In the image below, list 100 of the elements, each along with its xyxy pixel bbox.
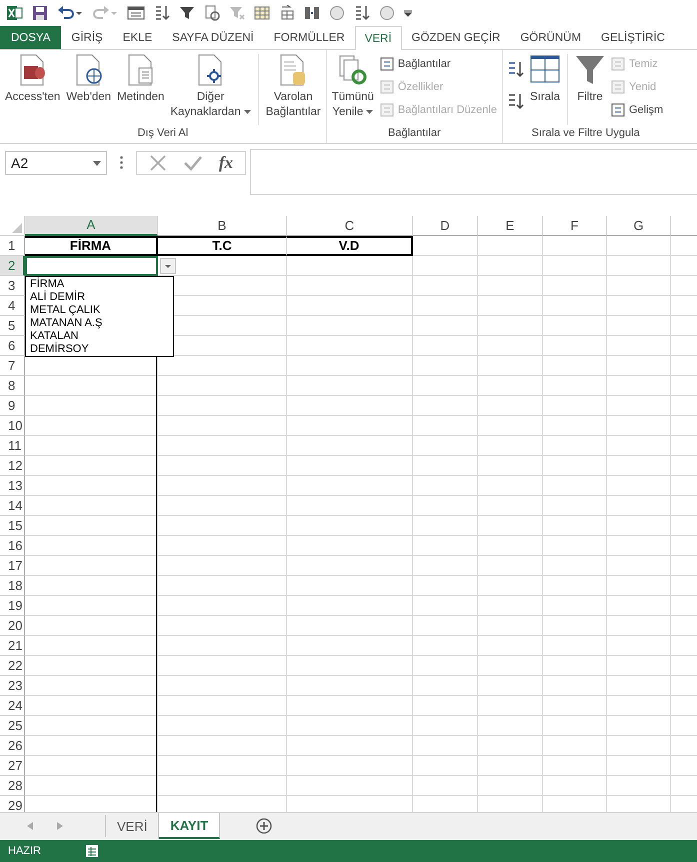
- small-command-icon: [380, 103, 394, 118]
- column-header[interactable]: F: [543, 216, 607, 236]
- row-header[interactable]: 28: [0, 776, 25, 796]
- dropdown-button[interactable]: [160, 258, 176, 274]
- access-database-icon: [18, 54, 48, 86]
- list-option[interactable]: DEMİRSOY: [30, 342, 173, 356]
- ribbon-small-button[interactable]: Bağlantılar: [380, 54, 497, 74]
- column-header[interactable]: D: [413, 216, 478, 236]
- ribbon-button[interactable]: Web'den: [63, 54, 114, 106]
- column-header[interactable]: G: [607, 216, 671, 236]
- row-header[interactable]: 8: [0, 376, 25, 396]
- column-header[interactable]: A: [25, 216, 158, 236]
- ribbon-button[interactable]: Sırala: [526, 54, 563, 106]
- web-page-icon: [74, 54, 104, 86]
- row-header[interactable]: 2: [0, 256, 25, 276]
- caret-icon: [93, 160, 101, 166]
- row-header[interactable]: 16: [0, 536, 25, 556]
- ribbon-button[interactable]: Varolan Bağlantılar: [262, 54, 324, 120]
- row-header[interactable]: 19: [0, 596, 25, 616]
- column-header[interactable]: B: [158, 216, 287, 236]
- ribbon-button[interactable]: Access'ten: [2, 54, 64, 106]
- ribbon-tab[interactable]: FORMÜLLER: [264, 26, 355, 50]
- refresh-icon[interactable]: [204, 4, 220, 21]
- row-header[interactable]: 23: [0, 676, 25, 696]
- row-header[interactable]: 7: [0, 356, 25, 376]
- insert-rows-icon[interactable]: [279, 4, 295, 21]
- small-command-icon: [380, 80, 394, 94]
- ribbon-tab[interactable]: SAYFA DÜZENİ: [162, 26, 264, 50]
- sort-descending-icon[interactable]: [354, 4, 370, 21]
- add-sheet-icon[interactable]: [256, 818, 272, 834]
- row-header[interactable]: 21: [0, 636, 25, 656]
- column-header[interactable]: C: [287, 216, 413, 236]
- row-header[interactable]: 18: [0, 576, 25, 596]
- status-text: HAZIR: [8, 845, 41, 858]
- file-tab[interactable]: DOSYA: [0, 26, 62, 50]
- ribbon-tab[interactable]: GÖRÜNÜM: [510, 26, 592, 50]
- ribbon-tab[interactable]: EKLE: [112, 26, 162, 50]
- list-option[interactable]: MATANAN A.Ş: [30, 316, 173, 330]
- filter-icon[interactable]: [179, 4, 195, 21]
- small-command-icon: [611, 80, 625, 94]
- form-icon[interactable]: [127, 4, 145, 21]
- row-header[interactable]: 22: [0, 656, 25, 676]
- sheet-tab[interactable]: KAYIT: [159, 813, 220, 840]
- group-label: Dış Veri Al: [136, 127, 190, 142]
- row-header[interactable]: 26: [0, 736, 25, 756]
- row-header[interactable]: 3: [0, 276, 25, 296]
- grip-icon[interactable]: [120, 156, 123, 170]
- ribbon-button[interactable]: Filtre: [572, 54, 608, 106]
- row-header[interactable]: 4: [0, 296, 25, 316]
- button-label: Metinden: [117, 90, 164, 106]
- check-icon[interactable]: [182, 154, 203, 172]
- circle-icon[interactable]: [379, 4, 395, 21]
- customize-caret-icon[interactable]: [404, 8, 412, 17]
- list-option[interactable]: METAL ÇALIK: [30, 304, 173, 317]
- row-header[interactable]: 13: [0, 476, 25, 496]
- row-header[interactable]: 11: [0, 436, 25, 456]
- ribbon-tab[interactable]: VERİ: [354, 26, 402, 50]
- row-header[interactable]: 25: [0, 716, 25, 736]
- ribbon-tab[interactable]: GÖZDEN GEÇİR: [402, 26, 510, 50]
- ribbon-tab[interactable]: GELİŞTİRİC: [591, 26, 675, 50]
- small-command-icon: [380, 57, 394, 72]
- row-header[interactable]: 27: [0, 756, 25, 776]
- circle-icon[interactable]: [329, 4, 345, 21]
- excel-logo-icon[interactable]: [7, 4, 23, 21]
- row-header[interactable]: 12: [0, 456, 25, 476]
- row-header[interactable]: 10: [0, 416, 25, 436]
- table-cell: V.D: [287, 236, 413, 256]
- sort-ascending-icon[interactable]: [506, 60, 525, 78]
- row-header[interactable]: 24: [0, 696, 25, 716]
- list-option[interactable]: ALİ DEMİR: [30, 290, 173, 304]
- ribbon-tab[interactable]: GİRİŞ: [61, 26, 113, 50]
- undo-icon[interactable]: [57, 4, 83, 21]
- row-header[interactable]: 1: [0, 236, 25, 256]
- row-header[interactable]: 6: [0, 336, 25, 356]
- column-header[interactable]: E: [478, 216, 543, 236]
- ribbon-button[interactable]: Tümünü Yenile: [328, 54, 377, 120]
- table-icon[interactable]: [254, 4, 270, 21]
- caret-icon: [244, 110, 251, 114]
- button-label: Varolan Bağlantılar: [266, 90, 321, 120]
- row-header[interactable]: 9: [0, 396, 25, 416]
- list-option[interactable]: FİRMA: [30, 278, 173, 291]
- columns-icon[interactable]: [304, 4, 320, 21]
- ribbon-button[interactable]: Metinden: [114, 54, 168, 106]
- formula-input[interactable]: [250, 149, 697, 196]
- save-icon[interactable]: [32, 4, 48, 21]
- table-cell: FİRMA: [25, 236, 158, 256]
- insert-function-button[interactable]: fx: [218, 153, 234, 174]
- row-header[interactable]: 20: [0, 616, 25, 636]
- ribbon-small-button[interactable]: Gelişm: [611, 100, 664, 120]
- row-header[interactable]: 17: [0, 556, 25, 576]
- sort-descending-icon[interactable]: [506, 92, 525, 110]
- row-header[interactable]: 15: [0, 516, 25, 536]
- button-label: Web'den: [66, 90, 112, 106]
- row-header[interactable]: 5: [0, 316, 25, 336]
- ribbon-button[interactable]: Diğer Kaynaklardan: [167, 54, 254, 120]
- name-box[interactable]: A2: [5, 151, 107, 176]
- button-label: Filtre: [577, 90, 603, 106]
- active-cell[interactable]: [25, 256, 158, 276]
- row-header[interactable]: 14: [0, 496, 25, 516]
- list-option[interactable]: KATALAN: [30, 330, 173, 343]
